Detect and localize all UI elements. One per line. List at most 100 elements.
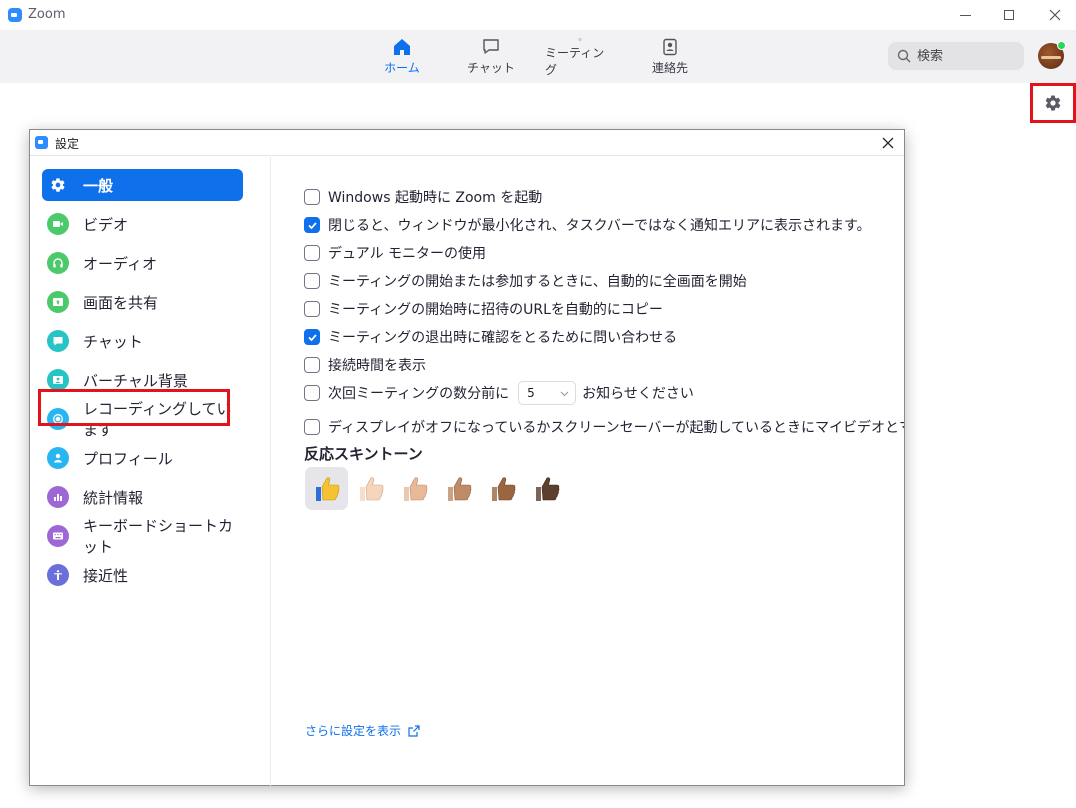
presence-status-dot bbox=[1057, 41, 1066, 50]
option-label: Windows 起動時に Zoom を起動 bbox=[328, 190, 543, 206]
search-icon bbox=[897, 49, 911, 63]
close-icon bbox=[1049, 9, 1061, 21]
option-label: ミーティングの開始時に招待のURLを自動的にコピー bbox=[328, 302, 663, 318]
gear-icon bbox=[1045, 95, 1061, 111]
share-screen-icon bbox=[47, 291, 69, 313]
statistics-icon bbox=[47, 486, 69, 508]
checkbox-checked[interactable] bbox=[304, 217, 320, 233]
option-label: ミーティングの退出時に確認をとるために問い合わせる bbox=[328, 330, 678, 346]
zoom-logo-icon bbox=[8, 8, 22, 22]
option-label: ディスプレイがオフになっているかスクリーンセーバーが起動しているときにマイビデオ… bbox=[328, 420, 904, 436]
gear-icon bbox=[47, 174, 69, 196]
user-avatar[interactable] bbox=[1038, 41, 1066, 69]
sidebar-item-video[interactable]: ビデオ bbox=[42, 208, 243, 240]
top-navigation: ホーム チャット ミーティング 連絡先 bbox=[0, 30, 1076, 83]
skin-tone-option[interactable] bbox=[305, 467, 348, 510]
headphones-icon bbox=[47, 252, 69, 274]
profile-icon bbox=[47, 447, 69, 469]
sidebar-item-statistics[interactable]: 統計情報 bbox=[42, 481, 243, 513]
more-settings-label: さらに設定を表示 bbox=[305, 724, 402, 738]
checkbox[interactable] bbox=[304, 357, 320, 373]
option-show-connected-time[interactable]: 接続時間を表示 bbox=[304, 354, 426, 376]
maximize-button[interactable] bbox=[994, 4, 1024, 26]
sidebar-item-share-screen[interactable]: 画面を共有 bbox=[42, 286, 243, 318]
sidebar-item-label: 一般 bbox=[83, 176, 114, 195]
accessibility-icon bbox=[47, 564, 69, 586]
sidebar-item-label: 画面を共有 bbox=[83, 293, 159, 312]
minimize-button[interactable] bbox=[950, 4, 980, 26]
tab-contacts-label: 連絡先 bbox=[651, 61, 688, 75]
tab-chat-label: チャット bbox=[467, 61, 515, 75]
close-window-button[interactable] bbox=[1040, 4, 1070, 26]
sidebar-item-label: チャット bbox=[83, 332, 143, 351]
sidebar-item-audio[interactable]: オーディオ bbox=[42, 247, 243, 279]
reminder-minutes-value: 5 bbox=[527, 386, 535, 400]
checkbox[interactable] bbox=[304, 301, 320, 317]
sidebar-item-label: 接近性 bbox=[83, 566, 129, 585]
sidebar-item-general[interactable]: 一般 bbox=[42, 169, 243, 201]
option-start-zoom-on-boot[interactable]: Windows 起動時に Zoom を起動 bbox=[304, 186, 542, 208]
checkbox[interactable] bbox=[304, 385, 320, 401]
option-label: デュアル モニターの使用 bbox=[328, 246, 487, 262]
skin-tone-option[interactable] bbox=[393, 467, 436, 510]
checkbox-checked[interactable] bbox=[304, 329, 320, 345]
sidebar-item-label: オーディオ bbox=[83, 254, 157, 273]
skin-tone-heading: 反応スキントーン bbox=[304, 445, 423, 463]
skin-tone-option[interactable] bbox=[437, 467, 480, 510]
sidebar-item-label: バーチャル背景 bbox=[83, 371, 188, 390]
settings-title: 設定 bbox=[55, 137, 80, 151]
option-label: 接続時間を表示 bbox=[328, 358, 426, 374]
checkbox[interactable] bbox=[304, 419, 320, 435]
skin-tone-picker bbox=[305, 467, 569, 510]
virtual-background-highlight bbox=[38, 389, 230, 426]
sidebar-item-accessibility[interactable]: 接近性 bbox=[42, 559, 243, 591]
contacts-icon bbox=[663, 38, 677, 56]
skin-tone-option[interactable] bbox=[525, 467, 568, 510]
search-field[interactable] bbox=[888, 42, 1024, 70]
option-auto-fullscreen[interactable]: ミーティングの開始または参加するときに、自動的に全画面を開始 bbox=[304, 270, 747, 292]
skin-tone-option[interactable] bbox=[481, 467, 524, 510]
checkbox[interactable] bbox=[304, 273, 320, 289]
close-icon bbox=[882, 137, 894, 149]
thumbs-up-icon bbox=[535, 476, 559, 501]
tab-home[interactable]: ホーム bbox=[367, 38, 437, 78]
home-icon bbox=[394, 39, 410, 55]
sidebar-item-label: ビデオ bbox=[83, 215, 129, 234]
option-minimize-to-tray[interactable]: 閉じると、ウィンドウが最小化され、タスクバーではなく通知エリアに表示されます。 bbox=[304, 214, 871, 236]
settings-sidebar: 一般 ビデオ オーディオ 画面を共有 チャット バーチャル背景 レコーディングし… bbox=[30, 157, 271, 786]
sidebar-item-keyboard-shortcuts[interactable]: キーボードショートカット bbox=[42, 517, 243, 556]
settings-titlebar: 設定 bbox=[30, 130, 904, 156]
skin-tone-option[interactable] bbox=[349, 467, 392, 510]
chevron-down-icon bbox=[560, 391, 569, 396]
thumbs-up-icon bbox=[491, 476, 515, 501]
reminder-minutes-select[interactable]: 5 bbox=[518, 381, 577, 405]
settings-gear-button[interactable] bbox=[1030, 83, 1076, 123]
tab-meetings-label: ミーティング bbox=[545, 46, 605, 77]
option-copy-invite-url[interactable]: ミーティングの開始時に招待のURLを自動的にコピー bbox=[304, 298, 663, 320]
search-input[interactable] bbox=[917, 48, 1017, 64]
option-label: ミーティングの開始または参加するときに、自動的に全画面を開始 bbox=[328, 274, 747, 290]
tab-contacts[interactable]: 連絡先 bbox=[635, 38, 705, 78]
sidebar-item-chat[interactable]: チャット bbox=[42, 325, 243, 357]
checkbox[interactable] bbox=[304, 245, 320, 261]
sidebar-item-profile[interactable]: プロフィール bbox=[42, 442, 243, 474]
reminder-prefix: 次回ミーティングの数分前に bbox=[328, 386, 510, 402]
thumbs-up-icon bbox=[447, 476, 471, 501]
option-stop-video-on-screensaver[interactable]: ディスプレイがオフになっているかスクリーンセーバーが起動しているときにマイビデオ… bbox=[304, 416, 904, 438]
option-meeting-reminder[interactable]: 次回ミーティングの数分前に 5 お知らせください bbox=[304, 381, 694, 405]
option-label: 閉じると、ウィンドウが最小化され、タスクバーではなく通知エリアに表示されます。 bbox=[328, 218, 871, 234]
settings-close-button[interactable] bbox=[876, 133, 900, 153]
thumbs-up-icon bbox=[403, 476, 427, 501]
sidebar-item-label: キーボードショートカット bbox=[83, 517, 234, 556]
video-camera-icon bbox=[47, 213, 69, 235]
keyboard-icon bbox=[47, 525, 69, 547]
tab-chat[interactable]: チャット bbox=[456, 38, 526, 78]
option-dual-monitors[interactable]: デュアル モニターの使用 bbox=[304, 242, 486, 264]
checkmark-icon bbox=[307, 221, 317, 229]
chat-icon bbox=[47, 330, 69, 352]
option-confirm-on-leave[interactable]: ミーティングの退出時に確認をとるために問い合わせる bbox=[304, 326, 677, 348]
checkbox[interactable] bbox=[304, 189, 320, 205]
reminder-suffix: お知らせください bbox=[582, 386, 694, 402]
more-settings-link[interactable]: さらに設定を表示 bbox=[305, 722, 420, 739]
tab-meetings[interactable]: ミーティング bbox=[545, 38, 615, 78]
